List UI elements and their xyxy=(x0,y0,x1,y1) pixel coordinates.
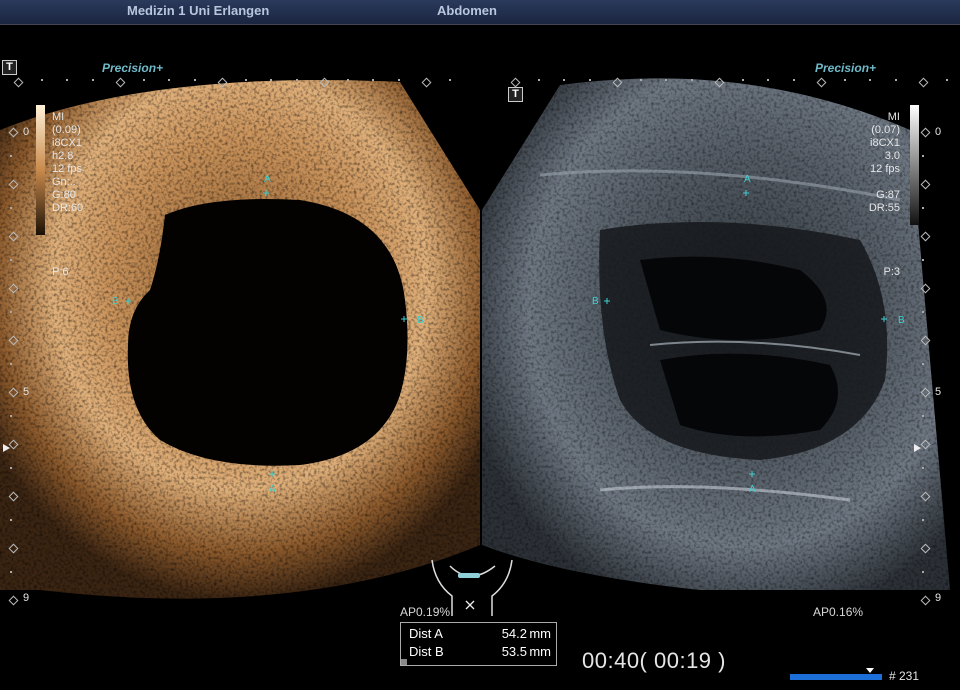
depth-0-left: 0 xyxy=(23,126,30,138)
scale-dot-marker xyxy=(690,79,693,81)
gain: G:80 xyxy=(52,189,76,201)
mi-label: MI xyxy=(52,111,65,123)
scale-dot-marker xyxy=(922,363,924,365)
orientation-triangle-icon xyxy=(3,444,10,452)
scale-dot-marker xyxy=(922,259,924,261)
acoustic-power-left: AP0.19% xyxy=(400,605,451,619)
depth-5-right: 5 xyxy=(935,386,942,398)
acoustic-power-right: AP0.16% xyxy=(813,605,864,619)
mi-value: (0.07) xyxy=(871,124,900,136)
caliper-b-right-right[interactable]: B xyxy=(898,315,905,326)
mi-value: (0.09) xyxy=(52,124,81,136)
scale-dot-marker xyxy=(244,79,247,81)
scale-dot-marker xyxy=(922,311,924,313)
caliper-b-left-left[interactable]: B xyxy=(112,296,119,307)
persist-right: P:3 xyxy=(883,266,900,278)
cine-position-marker-icon[interactable] xyxy=(866,668,874,673)
scale-dot-marker xyxy=(91,79,94,81)
cine-progress-bar[interactable] xyxy=(790,674,882,680)
scale-dot-marker xyxy=(922,571,924,573)
scale-dot-marker xyxy=(10,415,12,417)
scale-dot-marker xyxy=(10,207,12,209)
gain: G:87 xyxy=(876,189,900,201)
frame-counter: # 231 xyxy=(889,669,920,683)
scale-dot-marker xyxy=(10,467,12,469)
caliper-a-bottom-left[interactable]: A xyxy=(269,484,276,495)
measurement-row-b: Dist B 53.5 mm xyxy=(409,644,553,659)
colorbar-left xyxy=(36,105,45,235)
scale-dot-marker xyxy=(142,79,145,81)
scale-dot-marker xyxy=(10,259,12,261)
depth-0-right: 0 xyxy=(935,126,942,138)
scale-dot-marker xyxy=(193,79,196,81)
scale-dot-marker xyxy=(372,79,374,81)
scale-dot-marker xyxy=(869,79,871,81)
scale-dot-marker xyxy=(792,79,795,81)
scale-dot-marker xyxy=(945,79,948,81)
scale-dot-marker xyxy=(66,79,68,81)
depth-9-right: 9 xyxy=(935,592,942,604)
mi-label: MI xyxy=(887,111,900,123)
caliper-a-bottom-right[interactable]: A xyxy=(749,484,756,495)
scale-dot-marker xyxy=(588,79,591,81)
measurement-unit: mm xyxy=(529,644,551,659)
close-icon xyxy=(465,600,475,610)
mode: Gn:.. xyxy=(52,176,76,188)
scale-dot-marker xyxy=(563,79,565,81)
scale-dot-marker xyxy=(843,79,846,81)
measurement-row-a: Dist A 54.2 mm xyxy=(409,626,553,641)
box-corner-marker xyxy=(401,659,407,665)
scale-dot-marker xyxy=(537,79,540,81)
scale-dot-marker xyxy=(10,519,12,521)
scale-dot-marker xyxy=(10,155,12,157)
caliper-b-left-right[interactable]: B xyxy=(592,296,599,307)
measurement-label: Dist A xyxy=(409,626,443,641)
caliper-b-right-left[interactable]: B xyxy=(417,315,424,326)
scale-dot-marker xyxy=(10,363,12,365)
scale-dot-marker xyxy=(894,79,897,81)
right-info-panel: MI (0.07) i8CX1 3.0 12 fps G:87 DR:55 xyxy=(838,111,900,215)
frame-rate: 12 fps xyxy=(52,163,82,175)
scale-dot-marker xyxy=(922,207,924,209)
scale-dot-marker xyxy=(665,79,667,81)
scale-dot-marker xyxy=(767,79,769,81)
scale-dot-marker xyxy=(295,79,298,81)
frequency: 3.0 xyxy=(884,150,900,162)
scale-dot-marker xyxy=(270,79,272,81)
measurement-value: 53.5 xyxy=(501,644,527,659)
scale-dot-marker xyxy=(10,571,12,573)
mode xyxy=(838,176,900,189)
scale-dot-marker xyxy=(397,79,400,81)
timer-display: 00:40( 00:19 ) xyxy=(582,648,726,673)
depth-9-left: 9 xyxy=(23,592,30,604)
probe-name: i8CX1 xyxy=(52,137,82,149)
orientation-triangle-icon xyxy=(914,444,921,452)
caliper-a-top-right[interactable]: A xyxy=(744,174,751,185)
scale-dot-marker xyxy=(639,79,642,81)
frame-rate: 12 fps xyxy=(870,163,900,175)
caliper-a-top-left[interactable]: A xyxy=(264,174,271,185)
scale-dot-marker xyxy=(10,311,12,313)
frequency: h2.8 xyxy=(52,150,74,162)
scale-dot-marker xyxy=(168,79,170,81)
left-info-panel: MI (0.09) i8CX1 h2.8 12 fps Gn:.. G:80 D… xyxy=(52,111,83,215)
scale-dot-marker xyxy=(40,79,43,81)
scale-dot-marker xyxy=(922,519,924,521)
scale-dot-marker xyxy=(922,415,924,417)
dynamic-range: DR:55 xyxy=(868,202,900,214)
scale-dot-marker xyxy=(922,155,924,157)
measurement-unit: mm xyxy=(529,626,551,641)
measurement-label: Dist B xyxy=(409,644,444,659)
scale-dot-marker xyxy=(922,467,924,469)
persist-left: P:6 xyxy=(52,266,69,278)
measurement-value: 54.2 xyxy=(501,626,527,641)
colorbar-right xyxy=(910,105,919,225)
scale-dot-marker xyxy=(741,79,744,81)
scale-dot-marker xyxy=(448,79,451,81)
dynamic-range: DR:60 xyxy=(52,202,84,214)
measurement-box: Dist A 54.2 mm Dist B 53.5 mm xyxy=(400,622,557,666)
probe-name: i8CX1 xyxy=(870,137,900,149)
depth-5-left: 5 xyxy=(23,386,30,398)
scale-dot-marker xyxy=(346,79,349,81)
